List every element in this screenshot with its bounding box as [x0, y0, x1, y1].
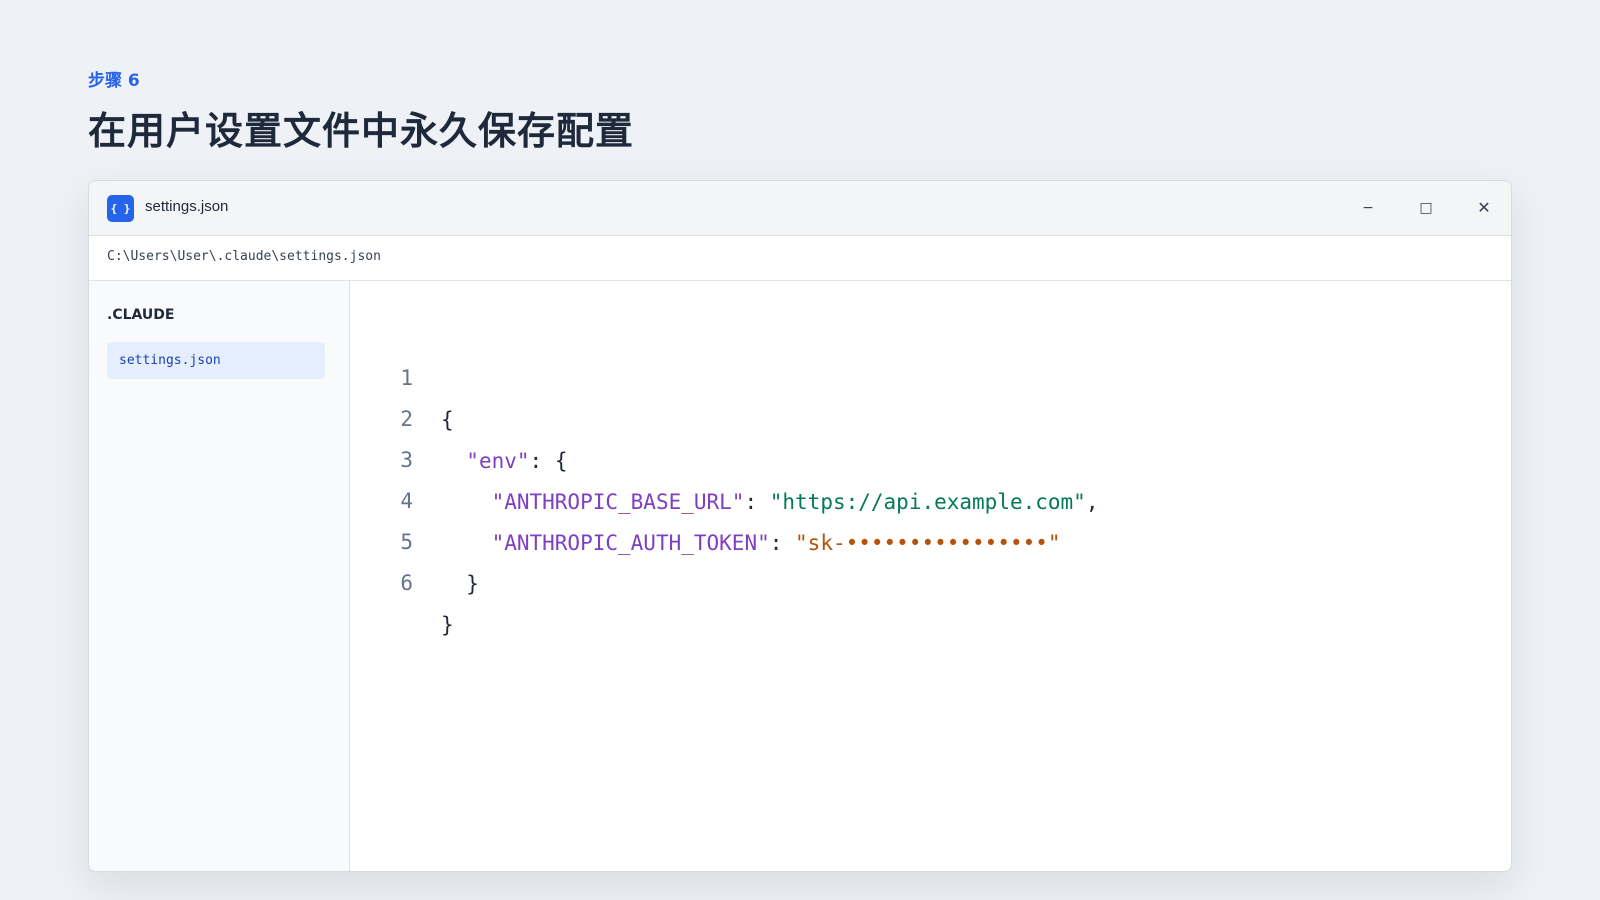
line-content: }: [441, 563, 479, 605]
code-line: 3 "ANTHROPIC_BASE_URL": "https://api.exa…: [350, 397, 1098, 514]
sidebar-item-settings-json[interactable]: settings.json: [107, 342, 325, 379]
minimize-button[interactable]: −: [1353, 194, 1383, 222]
window-title: settings.json: [145, 198, 229, 215]
code-line: 1 {: [350, 315, 453, 432]
code-line: 5 }: [350, 479, 479, 596]
json-braces-icon: { }: [107, 195, 134, 222]
file-explorer-sidebar: .CLAUDE settings.json: [89, 281, 350, 871]
line-number: 6: [400, 571, 413, 595]
sidebar-heading: .CLAUDE: [107, 307, 175, 323]
editor-window: { } settings.json − □ ✕ C:\Users\User\.c…: [88, 180, 1512, 872]
close-brace: }: [466, 572, 479, 596]
trailing-comma: ,: [1085, 490, 1099, 514]
json-string-value: "https://api.example.com": [769, 490, 1086, 514]
close-brace: }: [441, 613, 454, 637]
window-titlebar: { } settings.json − □ ✕: [89, 181, 1511, 236]
path-bar: C:\Users\User\.claude\settings.json: [89, 236, 1511, 281]
code-line: 2 "env": {: [350, 356, 567, 473]
step-label: 步骤 6: [88, 71, 140, 91]
file-path[interactable]: C:\Users\User\.claude\settings.json: [107, 249, 381, 264]
sidebar-item-label: settings.json: [119, 353, 221, 368]
json-secret-value: "sk-••••••••••••••••": [795, 531, 1061, 555]
json-key: "ANTHROPIC_BASE_URL": [491, 490, 745, 514]
code-editor[interactable]: 1 { 2 "env": { 3 "ANTHROPIC_BASE_URL": "…: [350, 281, 1511, 871]
json-key: "ANTHROPIC_AUTH_TOKEN": [491, 531, 770, 555]
minimize-icon: −: [1362, 200, 1374, 216]
page-title: 在用户设置文件中永久保存配置: [88, 109, 635, 153]
line-content: "ANTHROPIC_BASE_URL": "https://api.examp…: [441, 481, 1099, 523]
json-key: "env": [466, 449, 530, 473]
line-content: }: [441, 604, 454, 646]
close-button[interactable]: ✕: [1469, 194, 1499, 222]
open-brace: {: [441, 408, 454, 432]
open-brace: {: [554, 449, 568, 473]
code-line: 4 "ANTHROPIC_AUTH_TOKEN": "sk-••••••••••…: [350, 438, 1060, 555]
maximize-icon: □: [1419, 200, 1433, 216]
code-line: 6 }: [350, 520, 453, 637]
line-content: {: [441, 399, 454, 441]
line-content: "env": {: [441, 440, 567, 482]
separator: :: [744, 490, 770, 514]
maximize-button[interactable]: □: [1411, 194, 1441, 222]
close-icon: ✕: [1477, 198, 1491, 217]
line-content: "ANTHROPIC_AUTH_TOKEN": "sk-••••••••••••…: [441, 522, 1061, 564]
separator: :: [529, 449, 555, 473]
separator: :: [769, 531, 796, 555]
